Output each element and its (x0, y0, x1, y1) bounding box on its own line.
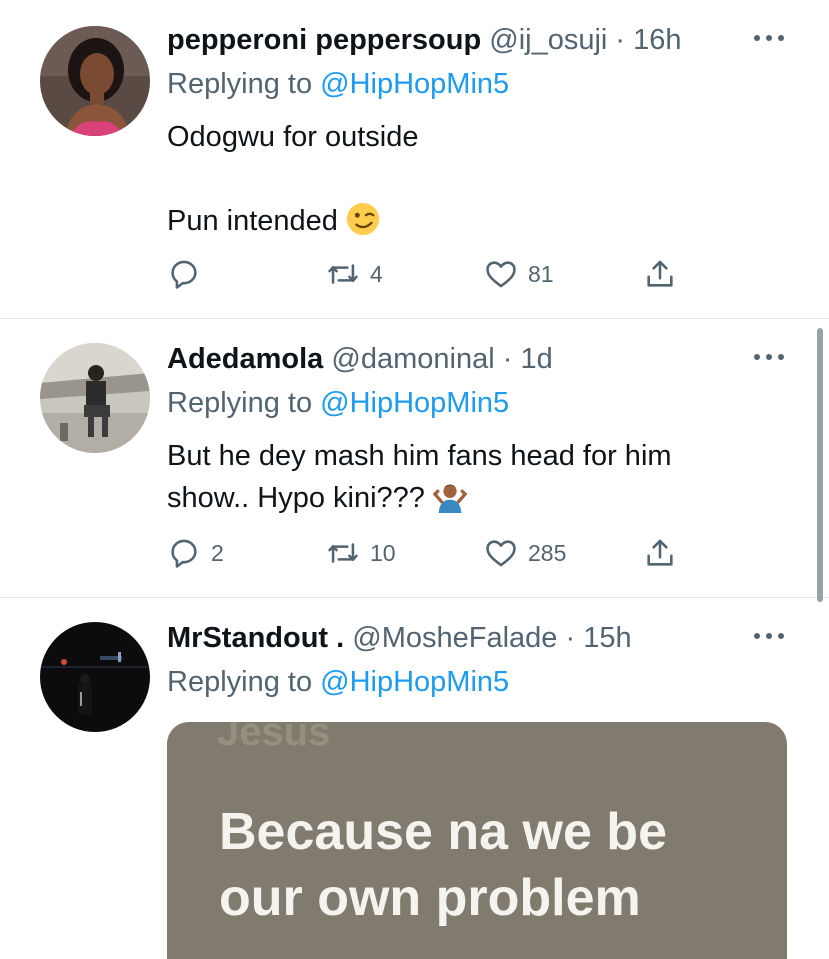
replying-to: Replying to @HipHopMin5 (167, 66, 509, 102)
more-options-icon[interactable] (752, 351, 786, 363)
retweet-button[interactable]: 4 (326, 254, 383, 294)
share-button[interactable] (643, 254, 677, 294)
avatar[interactable] (40, 622, 150, 732)
media-text-line: our own problem (219, 869, 641, 927)
user-handle[interactable]: @damoninal (331, 343, 494, 375)
retweet-button[interactable]: 10 (326, 533, 396, 573)
tweet-text-segment: show.. Hypo kini??? (167, 482, 425, 514)
tweet-header: pepperoni peppersoup @ij_osuji · 16h (167, 22, 682, 58)
like-count: 81 (528, 260, 554, 287)
display-name[interactable]: Adedamola (167, 343, 323, 375)
retweet-count: 10 (370, 539, 396, 566)
person-shrugging-icon (433, 484, 467, 513)
tweet-text-line (167, 158, 418, 200)
tweet-header: Adedamola @damoninal · 1d (167, 341, 553, 377)
display-name[interactable]: MrStandout . (167, 622, 344, 654)
user-handle[interactable]: @MosheFalade (352, 622, 557, 654)
tweet-text-line: Pun intended (167, 200, 418, 242)
share-icon (647, 260, 673, 287)
like-button[interactable]: 285 (484, 533, 566, 573)
separator-dot: · (502, 343, 513, 375)
replying-prefix: Replying to (167, 68, 321, 100)
media-text-line: Because na we be (219, 803, 667, 861)
display-name[interactable]: pepperoni peppersoup (167, 24, 481, 56)
reply-count: 2 (211, 539, 224, 566)
timestamp[interactable]: 1d (520, 343, 552, 375)
more-options-icon[interactable] (752, 32, 786, 44)
mention-link[interactable]: @HipHopMin5 (320, 68, 509, 100)
separator-dot: · (615, 24, 626, 56)
reply-button[interactable] (167, 254, 211, 294)
reply-icon (171, 260, 197, 289)
retweet-icon (328, 264, 358, 284)
tweet-actions: 4 81 (0, 254, 829, 294)
tweet-header: MrStandout . @MosheFalade · 15h (167, 620, 632, 656)
tweet-text-line: show.. Hypo kini??? (167, 477, 672, 519)
media-partial-text: Jesus (217, 722, 331, 754)
avatar[interactable] (40, 26, 150, 136)
like-button[interactable]: 81 (484, 254, 554, 294)
user-handle[interactable]: @ij_osuji (489, 24, 607, 56)
tweet-media-image[interactable]: Jesus Because na we be our own problem (167, 722, 787, 959)
tweet-1[interactable]: pepperoni peppersoup @ij_osuji · 16h Rep… (0, 0, 829, 318)
timestamp[interactable]: 15h (583, 622, 631, 654)
more-options-icon[interactable] (752, 630, 786, 642)
mention-link[interactable]: @HipHopMin5 (320, 666, 509, 698)
avatar[interactable] (40, 343, 150, 453)
tweet-text: But he dey mash him fans head for him sh… (167, 435, 672, 519)
replying-to: Replying to @HipHopMin5 (167, 664, 509, 700)
scrollbar[interactable] (817, 328, 823, 602)
like-count: 285 (528, 539, 567, 566)
tweet-text-line: But he dey mash him fans head for him (167, 440, 672, 472)
tweet-2[interactable]: Adedamola @damoninal · 1d Replying to @H… (0, 319, 829, 597)
reply-icon (171, 539, 197, 568)
tweet-actions: 2 10 285 (0, 533, 829, 573)
tweet-text-segment: Pun intended (167, 205, 338, 237)
tweet-text-line: Odogwu for outside (167, 121, 419, 153)
separator-dot: · (565, 622, 576, 654)
heart-icon (486, 540, 516, 567)
tweet-text: Odogwu for outside Pun intended (167, 116, 418, 242)
timestamp[interactable]: 16h (633, 24, 681, 56)
replying-to: Replying to @HipHopMin5 (167, 385, 509, 421)
share-icon (647, 539, 673, 566)
heart-icon (486, 261, 516, 288)
reply-button[interactable]: 2 (167, 533, 224, 573)
share-button[interactable] (643, 533, 677, 573)
replying-prefix: Replying to (167, 387, 321, 419)
winking-face-icon (346, 202, 380, 236)
retweet-count: 4 (370, 260, 383, 287)
replying-prefix: Replying to (167, 666, 321, 698)
mention-link[interactable]: @HipHopMin5 (320, 387, 509, 419)
retweet-icon (328, 543, 358, 563)
